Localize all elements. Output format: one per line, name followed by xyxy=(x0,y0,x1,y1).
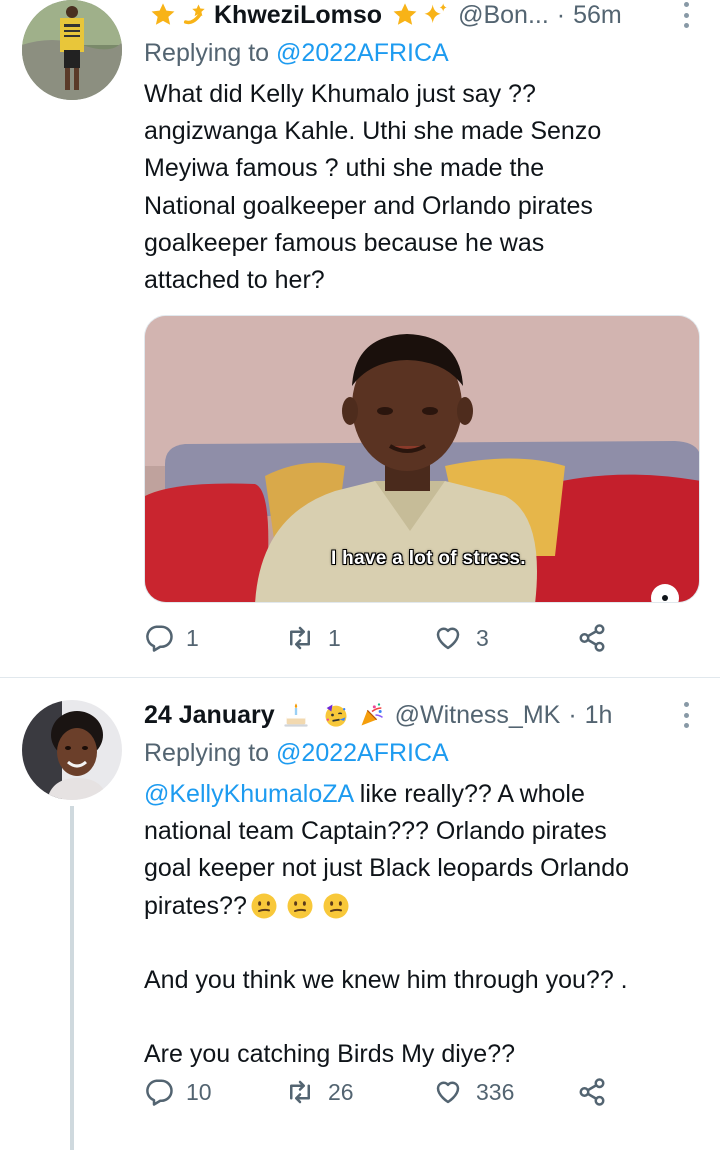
replying-to-link[interactable]: @2022AFRICA xyxy=(276,39,449,67)
tweet-header: 24 January @Witness_MK · 1h xyxy=(144,700,700,730)
share-button[interactable] xyxy=(576,1077,608,1107)
avatar-photo xyxy=(22,0,122,100)
text-fragment: pirates?? xyxy=(144,891,247,920)
reply-count: 10 xyxy=(186,1078,212,1105)
replying-to-link[interactable]: @2022AFRICA xyxy=(276,739,449,767)
star-emoji-icon xyxy=(148,1,178,29)
handle[interactable]: @Bon... xyxy=(458,1,549,30)
text-line: What did Kelly Khumalo just say ?? xyxy=(144,80,536,108)
media-subtitle: I have a lot of stress. xyxy=(331,548,526,570)
text-line: pirates?? xyxy=(144,888,700,925)
avatar[interactable] xyxy=(22,0,122,100)
replying-to: Replying to @2022AFRICA xyxy=(144,38,700,68)
retweet-button[interactable]: 26 xyxy=(284,1077,354,1107)
separator-dot: · xyxy=(556,0,566,29)
more-options-icon[interactable] xyxy=(682,2,690,28)
timestamp[interactable]: 56m xyxy=(573,1,622,30)
birthday-cake-emoji-icon xyxy=(281,701,311,729)
reply-button[interactable]: 1 xyxy=(144,623,199,653)
timestamp[interactable]: 1h xyxy=(585,701,613,730)
confused-face-emoji-icon xyxy=(285,891,315,921)
text-line: goalkeeper famous because he was xyxy=(144,228,545,257)
mention-link[interactable]: @KellyKhumaloZA xyxy=(144,780,353,808)
dizzy-emoji-icon xyxy=(180,1,210,29)
text-line: angizwanga Kahle. Uthi she made Senzo xyxy=(144,117,602,146)
text-line: And you think we knew him through you?? … xyxy=(144,966,628,994)
paragraph-break xyxy=(144,925,700,962)
tweet-content: KhweziLomso @Bon... · 56m Replying to @2… xyxy=(144,0,700,604)
like-count: 336 xyxy=(476,1078,515,1105)
heart-icon xyxy=(436,627,460,650)
separator-dot: · xyxy=(568,700,577,729)
text-line: National goalkeeper and Orlando pirates xyxy=(144,191,593,220)
heart-icon xyxy=(436,1081,460,1104)
star-emoji-icon xyxy=(390,1,420,29)
reply-icon xyxy=(146,1079,173,1106)
paragraph-break xyxy=(144,999,700,1036)
party-popper-emoji-icon xyxy=(357,701,387,729)
tweet-1[interactable]: KhweziLomso @Bon... · 56m Replying to @2… xyxy=(0,0,720,677)
confused-face-emoji-icon xyxy=(321,891,351,921)
replying-to: Replying to @2022AFRICA xyxy=(144,738,700,768)
display-name[interactable]: 24 January xyxy=(144,701,275,730)
partying-face-emoji-icon xyxy=(321,701,351,729)
tweet-actions: 1 1 3 xyxy=(144,618,624,658)
share-icon xyxy=(579,1078,605,1106)
reply-button[interactable]: 10 xyxy=(144,1077,212,1107)
like-button[interactable]: 3 xyxy=(432,623,489,653)
like-button[interactable]: 336 xyxy=(432,1077,514,1107)
confused-face-emoji-icon xyxy=(249,891,279,921)
text-fragment: like really?? A whole xyxy=(352,780,585,808)
tweet-media-image[interactable]: I have a lot of stress. xyxy=(144,315,700,604)
sparkles-emoji-icon xyxy=(420,1,450,29)
share-button[interactable] xyxy=(576,623,608,653)
avatar[interactable] xyxy=(22,700,122,800)
handle[interactable]: @Witness_MK xyxy=(395,701,561,730)
replying-to-label: Replying to xyxy=(144,39,270,67)
text-line: attached to her? xyxy=(144,266,325,295)
tweet-header: KhweziLomso @Bon... · 56m xyxy=(144,0,700,30)
retweet-icon xyxy=(290,626,310,650)
retweet-button[interactable]: 1 xyxy=(284,623,341,653)
avatar-photo xyxy=(22,700,122,800)
like-count: 3 xyxy=(476,624,489,651)
share-icon xyxy=(579,624,605,652)
tweet-content: 24 January @Witness_MK · 1h Replying to … xyxy=(144,700,700,1074)
tweet-text: What did Kelly Khumalo just say ?? angiz… xyxy=(144,76,700,299)
text-line: national team Captain??? Orlando pirates xyxy=(144,817,607,846)
reply-count: 1 xyxy=(186,624,199,651)
tweet-2[interactable]: 24 January @Witness_MK · 1h Replying to … xyxy=(0,678,720,1150)
text-line: @KellyKhumaloZA like really?? A whole xyxy=(144,776,700,813)
text-line: Meyiwa famous ? uthi she made the xyxy=(144,154,545,183)
text-line: goal keeper not just Black leopards Orla… xyxy=(144,854,630,883)
thread-line xyxy=(70,806,74,1150)
retweet-count: 1 xyxy=(328,624,341,651)
tweet-text: @KellyKhumaloZA like really?? A whole na… xyxy=(144,776,700,1074)
replying-to-label: Replying to xyxy=(144,739,270,767)
tweet-actions: 10 26 336 xyxy=(144,1072,624,1112)
display-name[interactable]: KhweziLomso xyxy=(214,1,382,30)
retweet-count: 26 xyxy=(328,1078,354,1105)
reply-icon xyxy=(146,625,173,652)
retweet-icon xyxy=(290,1080,310,1104)
text-line: Are you catching Birds My diye?? xyxy=(144,1040,516,1069)
more-options-icon[interactable] xyxy=(682,702,690,728)
